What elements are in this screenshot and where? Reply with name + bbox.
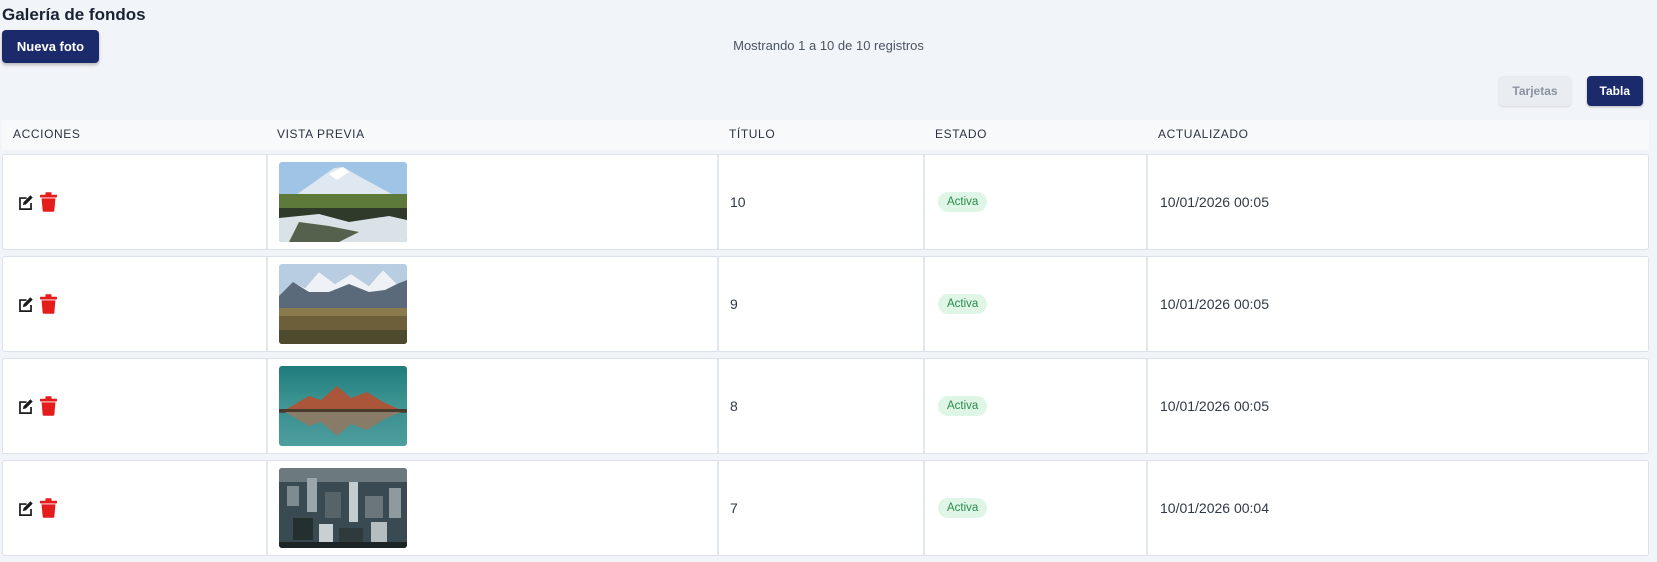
status-badge: Activa <box>938 498 988 518</box>
status-badge: Activa <box>938 192 988 212</box>
column-divider <box>923 257 925 351</box>
column-divider <box>266 155 268 249</box>
column-divider <box>1146 155 1148 249</box>
column-header-updated[interactable]: ACTUALIZADO <box>1158 120 1249 148</box>
preview-image[interactable] <box>279 264 407 344</box>
column-divider <box>1146 461 1148 555</box>
preview-cell <box>279 155 407 249</box>
column-header-title[interactable]: TÍTULO <box>729 120 775 148</box>
preview-image[interactable] <box>279 366 407 446</box>
column-divider <box>923 461 925 555</box>
row-updated: 10/01/2026 00:04 <box>1160 500 1269 516</box>
column-divider <box>923 359 925 453</box>
column-divider <box>923 155 925 249</box>
row-actions <box>17 155 57 249</box>
column-header-preview[interactable]: VISTA PREVIA <box>277 120 365 148</box>
row-actions <box>17 257 57 351</box>
table-row: 7 Activa 10/01/2026 00:04 <box>2 460 1649 556</box>
edit-icon[interactable] <box>17 500 34 517</box>
column-header-actions[interactable]: ACCIONES <box>13 120 80 148</box>
column-divider <box>1146 257 1148 351</box>
row-actions <box>17 359 57 453</box>
column-divider <box>266 359 268 453</box>
table-row: 10 Activa 10/01/2026 00:05 <box>2 154 1649 250</box>
row-title: 7 <box>730 500 738 516</box>
status-badge: Activa <box>938 294 988 314</box>
row-title: 8 <box>730 398 738 414</box>
edit-icon[interactable] <box>17 296 34 313</box>
column-divider <box>717 155 719 249</box>
row-updated: 10/01/2026 00:05 <box>1160 194 1269 210</box>
preview-cell <box>279 359 407 453</box>
gallery-page: Galería de fondos Nueva foto Mostrando 1… <box>0 0 1657 562</box>
row-actions <box>17 461 57 555</box>
table-row: 9 Activa 10/01/2026 00:05 <box>2 256 1649 352</box>
row-updated: 10/01/2026 00:05 <box>1160 296 1269 312</box>
row-title: 10 <box>730 194 746 210</box>
preview-cell <box>279 257 407 351</box>
records-info: Mostrando 1 a 10 de 10 registros <box>733 38 924 53</box>
cards-view-button[interactable]: Tarjetas <box>1499 76 1571 106</box>
preview-cell <box>279 461 407 555</box>
trash-icon[interactable] <box>40 396 57 416</box>
column-divider <box>1146 359 1148 453</box>
row-title: 9 <box>730 296 738 312</box>
column-divider <box>266 257 268 351</box>
column-divider <box>266 461 268 555</box>
table-header: ACCIONES VISTA PREVIA TÍTULO ESTADO ACTU… <box>2 120 1649 150</box>
trash-icon[interactable] <box>40 498 57 518</box>
edit-icon[interactable] <box>17 398 34 415</box>
trash-icon[interactable] <box>40 192 57 212</box>
table-view-button[interactable]: Tabla <box>1586 76 1643 106</box>
preview-image[interactable] <box>279 468 407 548</box>
status-badge: Activa <box>938 396 988 416</box>
column-divider <box>717 359 719 453</box>
table-row: 8 Activa 10/01/2026 00:05 <box>2 358 1649 454</box>
view-toggle: Tarjetas Tabla <box>1499 76 1643 106</box>
page-title: Galería de fondos <box>2 5 146 24</box>
preview-image[interactable] <box>279 162 407 242</box>
trash-icon[interactable] <box>40 294 57 314</box>
row-updated: 10/01/2026 00:05 <box>1160 398 1269 414</box>
column-header-status[interactable]: ESTADO <box>935 120 987 148</box>
edit-icon[interactable] <box>17 194 34 211</box>
column-divider <box>717 461 719 555</box>
column-divider <box>717 257 719 351</box>
